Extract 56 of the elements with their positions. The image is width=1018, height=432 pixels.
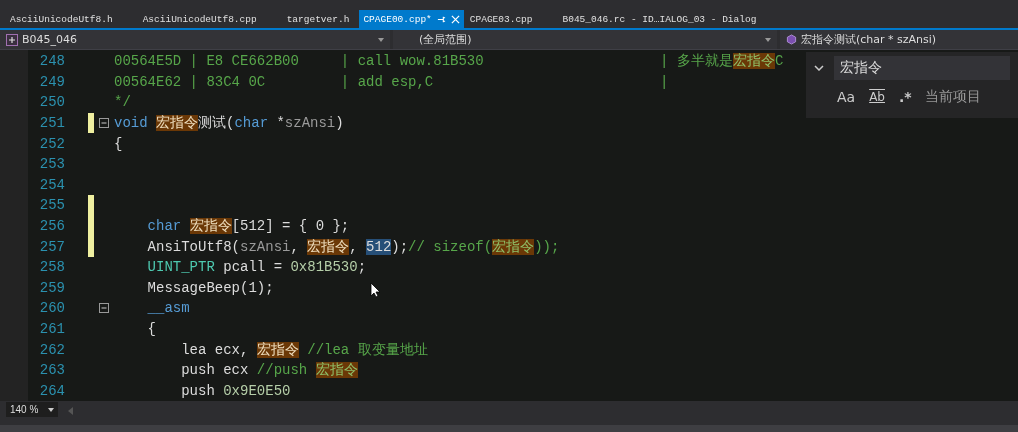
code-line: void 宏指令测试(char *szAnsi) — [114, 114, 344, 133]
code-line: __asm — [146, 300, 190, 317]
collapse-icon[interactable] — [99, 303, 109, 314]
caret-icon — [378, 37, 384, 42]
chevron-down-icon[interactable] — [814, 65, 824, 71]
code-line: { — [114, 135, 123, 152]
line-number: 261 — [38, 321, 65, 337]
document-tab[interactable]: AsciiUnicodeUtf8.cpp — [138, 10, 261, 28]
search-field[interactable]: 宏指令 — [834, 56, 1010, 80]
line-number: 257 — [38, 238, 65, 255]
code-line: push ecx //push 宏指令 — [180, 361, 358, 380]
code-line: { — [146, 321, 156, 337]
line-number: 254 — [38, 176, 65, 193]
code-line: MessageBeep(1); — [146, 279, 274, 296]
zoom-dropdown[interactable]: 140 % — [6, 402, 59, 417]
document-tab[interactable]: targetver.h — [282, 10, 354, 28]
caret-icon — [765, 37, 771, 42]
search-option-toggle[interactable]: Aa — [836, 89, 857, 105]
caret-icon — [48, 407, 55, 412]
code-line: 00564E5D | E8 CE662B00 | call wow.81B530 | 多半就是宏指令C — [114, 52, 784, 71]
scope-dropdown[interactable]: (全局范围) — [393, 30, 777, 49]
mouse-pointer-icon — [370, 282, 380, 298]
project-icon — [6, 33, 18, 46]
document-tab[interactable]: CPAGE00.cpp* — [359, 10, 464, 28]
line-number: 248 — [38, 53, 65, 70]
document-tab[interactable]: AsciiUnicodeUtf8.h — [6, 10, 117, 28]
code-line: 00564E62 | 83C4 0C | add esp,C | — [114, 73, 669, 90]
line-number: 249 — [38, 73, 65, 90]
collapse-icon[interactable] — [99, 118, 109, 129]
search-scope[interactable]: 当前项目 — [924, 88, 981, 106]
line-number: 255 — [38, 197, 65, 214]
search-option-toggle[interactable]: .* — [898, 89, 913, 105]
document-tab[interactable]: CPAGE03.cpp — [465, 10, 537, 28]
project-dropdown[interactable]: B045_046 — [0, 30, 390, 49]
line-number: 264 — [38, 382, 65, 399]
search-option-toggle[interactable]: Ab — [868, 90, 886, 104]
close-icon[interactable] — [450, 14, 460, 24]
code-line: */ — [114, 94, 131, 111]
code-line: push 0x9E0E50 — [180, 382, 291, 399]
line-number: 256 — [38, 218, 65, 235]
code-line: UINT_PTR pcall = 0x81B530; — [146, 259, 367, 276]
line-number: 252 — [38, 135, 65, 152]
method-cube-icon — [786, 34, 797, 45]
line-number: 263 — [38, 362, 65, 379]
line-number: 251 — [38, 115, 65, 132]
line-number: 250 — [38, 94, 65, 111]
code-line: lea ecx, 宏指令 //lea 取变量地址 — [180, 340, 428, 359]
member-dropdown[interactable]: 宏指令测试(char * szAnsi) — [780, 30, 1018, 49]
document-tab[interactable]: B045_046.rc - ID…IALOG_03 - Dialog — [558, 10, 761, 28]
line-number: 259 — [38, 279, 65, 296]
line-number: 260 — [38, 300, 65, 317]
pin-icon[interactable] — [436, 14, 446, 24]
line-number: 258 — [38, 259, 65, 276]
line-number: 262 — [38, 341, 65, 358]
line-number: 253 — [38, 156, 65, 173]
code-line: char 宏指令[512] = { 0 }; — [146, 217, 350, 236]
